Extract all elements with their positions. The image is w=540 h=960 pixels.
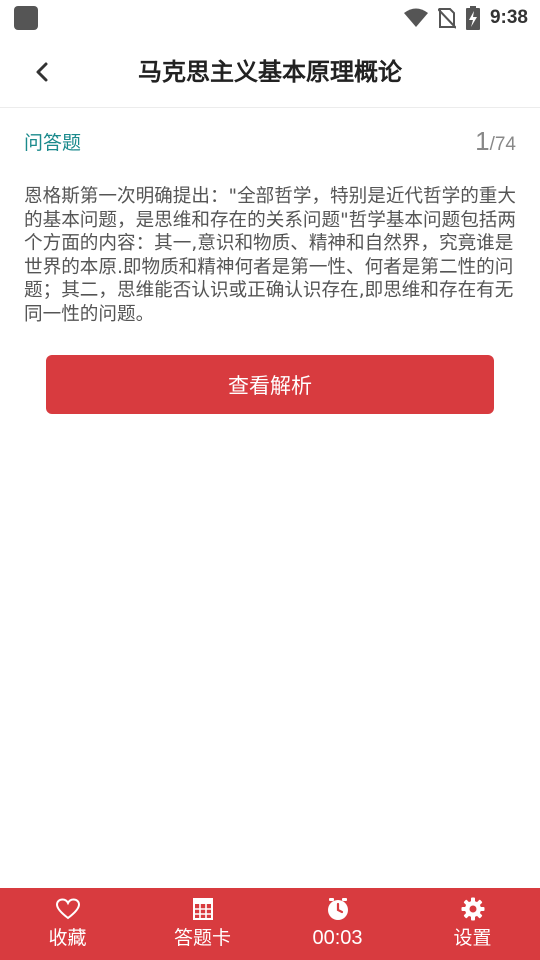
question-counter: 1/74 bbox=[475, 126, 516, 157]
wifi-icon bbox=[403, 8, 428, 27]
battery-charging-icon bbox=[465, 6, 480, 30]
settings-label: 设置 bbox=[453, 927, 492, 949]
question-total: /74 bbox=[489, 134, 516, 155]
bottom-nav: 收藏 答题卡 00:03 设置 bbox=[0, 888, 540, 960]
status-bar: 9:38 bbox=[0, 0, 540, 36]
settings-button[interactable]: 设置 bbox=[405, 888, 540, 960]
timer-label: 00:03 bbox=[312, 927, 363, 949]
header: 马克思主义基本原理概论 bbox=[0, 36, 540, 108]
status-time: 9:38 bbox=[489, 7, 528, 28]
app-icon bbox=[14, 6, 38, 30]
grid-card-icon bbox=[192, 898, 213, 920]
chevron-left-icon bbox=[36, 62, 48, 82]
view-analysis-button[interactable]: 查看解析 bbox=[46, 355, 494, 414]
favorite-label: 收藏 bbox=[48, 927, 87, 949]
heart-icon bbox=[55, 898, 80, 920]
answer-card-label: 答题卡 bbox=[173, 927, 231, 949]
favorite-button[interactable]: 收藏 bbox=[0, 888, 135, 960]
back-button[interactable] bbox=[22, 52, 62, 92]
no-sim-icon bbox=[437, 8, 456, 29]
status-icons: 9:38 bbox=[403, 0, 528, 36]
question-text: 恩格斯第一次明确提出："全部哲学，特别是近代哲学的重大的基本问题，是思维和存在的… bbox=[24, 186, 516, 325]
answer-card-button[interactable]: 答题卡 bbox=[135, 888, 270, 960]
timer-button[interactable]: 00:03 bbox=[270, 888, 405, 960]
clock-icon bbox=[327, 898, 348, 920]
page-title: 马克思主义基本原理概论 bbox=[138, 58, 402, 86]
question-current: 1 bbox=[475, 126, 490, 156]
question-type: 问答题 bbox=[24, 132, 82, 154]
gear-icon bbox=[461, 897, 484, 921]
